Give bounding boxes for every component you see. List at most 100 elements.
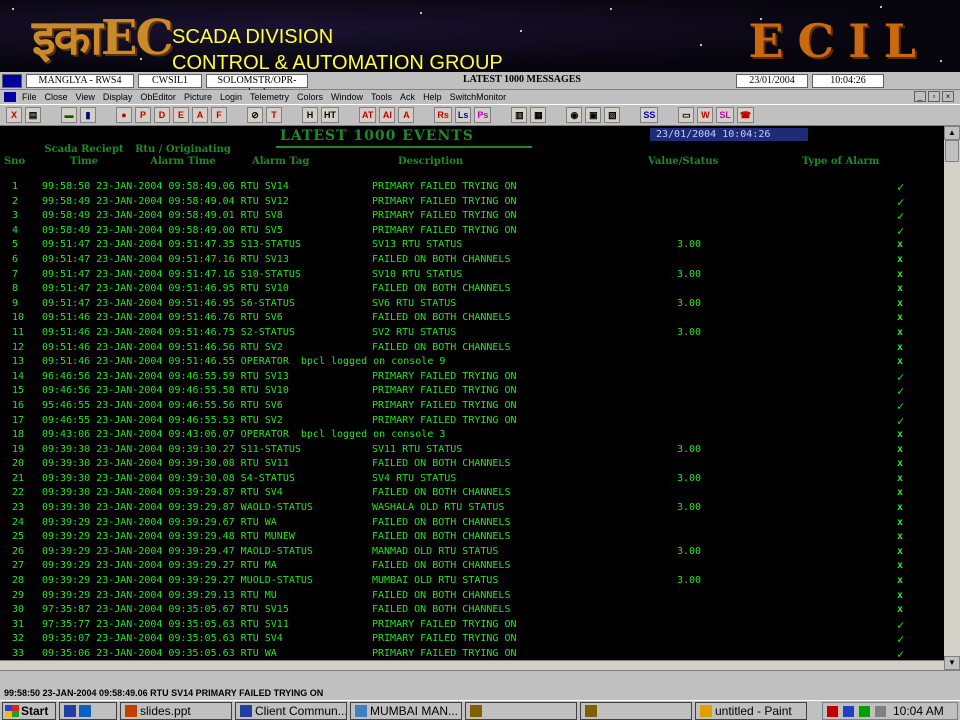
tool-button-ss[interactable]: SS	[640, 107, 659, 123]
menu-help[interactable]: Help	[423, 92, 442, 102]
tool-button-ps[interactable]: Ps	[474, 107, 492, 123]
event-row[interactable]: 27 09:39:29 23-JAN-2004 09:39:29.27 RTU M…	[0, 559, 944, 574]
tool-button-3[interactable]: ●	[116, 107, 132, 123]
tool-button-2[interactable]: ▮	[80, 107, 96, 123]
event-row[interactable]: 23 09:39:30 23-JAN-2004 09:39:29.87 WAOLD…	[0, 501, 944, 516]
tool-button-h[interactable]: H	[302, 107, 318, 123]
tray-icon-2[interactable]	[843, 706, 854, 717]
event-row[interactable]: 5 09:51:47 23-JAN-2004 09:51:47.35 S13-ST…	[0, 238, 944, 253]
tool-button-5[interactable]: ▥	[511, 107, 528, 123]
menu-telemetry[interactable]: Telemetry	[250, 92, 289, 102]
menu-file[interactable]: File	[22, 92, 37, 102]
close-tool-button[interactable]: X	[6, 107, 22, 123]
event-row[interactable]: 16 95:46:55 23-JAN-2004 09:46:55.56 RTU S…	[0, 399, 944, 414]
alarm-check-icon: ✓	[897, 194, 905, 209]
vertical-scrollbar[interactable]: ▲ ▼	[944, 126, 960, 670]
event-row[interactable]: 26 09:39:29 23-JAN-2004 09:39:29.47 MAOLD…	[0, 545, 944, 560]
tool-button-f[interactable]: F	[211, 107, 227, 123]
tray-icon-3[interactable]	[859, 706, 870, 717]
event-row[interactable]: 25 09:39:29 23-JAN-2004 09:39:29.48 RTU M…	[0, 530, 944, 545]
tool-button-w[interactable]: W	[697, 107, 714, 123]
event-row[interactable]: 8 09:51:47 23-JAN-2004 09:51:46.95 RTU SV…	[0, 282, 944, 297]
tool-button-a2[interactable]: A	[398, 107, 415, 123]
event-row[interactable]: 18 09:43:06 23-JAN-2004 09:43:06.07 OPERA…	[0, 428, 944, 443]
menu-close[interactable]: Close	[45, 92, 68, 102]
task-blank-1[interactable]	[465, 701, 577, 720]
event-row[interactable]: 31 97:35:77 23-JAN-2004 09:35:05.63 RTU S…	[0, 618, 944, 633]
task-mumbai[interactable]: MUMBAI MAN...	[350, 701, 462, 720]
tool-button-a[interactable]: A	[192, 107, 208, 123]
quicklaunch[interactable]	[59, 701, 117, 720]
start-button[interactable]: Start	[2, 701, 56, 720]
menu-view[interactable]: View	[76, 92, 95, 102]
tool-button-p[interactable]: P	[135, 107, 151, 123]
event-row[interactable]: 10 09:51:46 23-JAN-2004 09:51:46.76 RTU S…	[0, 311, 944, 326]
event-row[interactable]: 24 09:39:29 23-JAN-2004 09:39:29.67 RTU W…	[0, 516, 944, 531]
event-row[interactable]: 17 09:46:55 23-JAN-2004 09:46:55.53 RTU S…	[0, 414, 944, 429]
menu-tools[interactable]: Tools	[371, 92, 392, 102]
scroll-thumb[interactable]	[945, 140, 959, 162]
menu-display[interactable]: Display	[103, 92, 133, 102]
event-row[interactable]: 9 09:51:47 23-JAN-2004 09:51:46.95 S6-STA…	[0, 297, 944, 312]
event-row[interactable]: 3 09:58:49 23-JAN-2004 09:58:49.01 RTU SV…	[0, 209, 944, 224]
menu-window[interactable]: Window	[331, 92, 363, 102]
event-row[interactable]: 21 09:39:30 23-JAN-2004 09:39:30.08 S4-ST…	[0, 472, 944, 487]
event-row[interactable]: 12 09:51:46 23-JAN-2004 09:51:46.56 RTU S…	[0, 341, 944, 356]
tool-button-ht[interactable]: HT	[321, 107, 339, 123]
event-row[interactable]: 30 97:35:87 23-JAN-2004 09:35:05.67 RTU S…	[0, 603, 944, 618]
tool-button-d[interactable]: D	[154, 107, 170, 123]
scroll-down-button[interactable]: ▼	[944, 656, 960, 670]
event-row[interactable]: 6 09:51:47 23-JAN-2004 09:51:47.16 RTU SV…	[0, 253, 944, 268]
print-tool-button[interactable]: ▤	[25, 107, 41, 123]
event-row[interactable]: 20 09:39:30 23-JAN-2004 09:39:30.08 RTU S…	[0, 457, 944, 472]
tool-button-6[interactable]: ▦	[530, 107, 547, 123]
event-row[interactable]: 22 09:39:30 23-JAN-2004 09:39:29.87 RTU S…	[0, 486, 944, 501]
menu-login[interactable]: Login	[220, 92, 242, 102]
tool-button-t[interactable]: T	[266, 107, 282, 123]
task-slides[interactable]: slides.ppt	[120, 701, 232, 720]
horizontal-scrollbar[interactable]	[0, 660, 944, 670]
task-paint[interactable]: untitled - Paint	[695, 701, 807, 720]
tool-button-9[interactable]: ▧	[604, 107, 621, 123]
tool-button-e[interactable]: E	[173, 107, 189, 123]
menu-colors[interactable]: Colors	[297, 92, 323, 102]
phone-icon[interactable]: ☎	[736, 107, 755, 123]
task-client[interactable]: Client Commun...	[235, 701, 347, 720]
tool-button-at[interactable]: AT	[359, 107, 377, 123]
speaker-icon[interactable]	[875, 706, 886, 717]
menu-switchmonitor[interactable]: SwitchMonitor	[450, 92, 507, 102]
event-row[interactable]: 19 09:39:30 23-JAN-2004 09:39:30.27 S11-S…	[0, 443, 944, 458]
restore-button[interactable]: ▫	[928, 91, 940, 102]
event-row[interactable]: 32 09:35:07 23-JAN-2004 09:35:05.63 RTU S…	[0, 632, 944, 647]
event-row[interactable]: 29 09:39:29 23-JAN-2004 09:39:29.13 RTU M…	[0, 589, 944, 604]
tool-button-8[interactable]: ▣	[585, 107, 602, 123]
tray-icon-1[interactable]	[827, 706, 838, 717]
scroll-up-button[interactable]: ▲	[944, 126, 960, 140]
minimize-button[interactable]: _	[914, 91, 926, 102]
tool-button-1[interactable]: ▬	[61, 107, 77, 123]
event-row[interactable]: 1 99:58:50 23-JAN-2004 09:58:49.06 RTU SV…	[0, 180, 944, 195]
window-menu-icon[interactable]	[4, 92, 16, 102]
menu-obeditor[interactable]: ObEditor	[140, 92, 176, 102]
alarm-check-icon: ✓	[897, 223, 905, 238]
event-row[interactable]: 15 09:46:56 23-JAN-2004 09:46:55.58 RTU S…	[0, 384, 944, 399]
event-row[interactable]: 2 99:58:49 23-JAN-2004 09:58:49.04 RTU SV…	[0, 195, 944, 210]
tool-button-ai[interactable]: AI	[379, 107, 396, 123]
alarm-x-icon: x	[897, 575, 904, 587]
tool-button-ls[interactable]: Ls	[454, 107, 472, 123]
event-row[interactable]: 13 09:51:46 23-JAN-2004 09:51:46.55 OPERA…	[0, 355, 944, 370]
event-row[interactable]: 4 09:58:49 23-JAN-2004 09:58:49.00 RTU SV…	[0, 224, 944, 239]
menu-picture[interactable]: Picture	[184, 92, 212, 102]
event-row[interactable]: 28 09:39:29 23-JAN-2004 09:39:29.27 MUOLD…	[0, 574, 944, 589]
event-row[interactable]: 14 96:46:56 23-JAN-2004 09:46:55.59 RTU S…	[0, 370, 944, 385]
close-button[interactable]: ×	[942, 91, 954, 102]
tool-button-10[interactable]: ▭	[678, 107, 695, 123]
tool-button-4[interactable]: ⊘	[247, 107, 263, 123]
tool-button-7[interactable]: ◉	[566, 107, 583, 123]
task-blank-2[interactable]	[580, 701, 692, 720]
tool-button-rs[interactable]: Rs	[434, 107, 452, 123]
event-row[interactable]: 7 09:51:47 23-JAN-2004 09:51:47.16 S10-ST…	[0, 268, 944, 283]
tool-button-sl[interactable]: SL	[716, 107, 734, 123]
menu-ack[interactable]: Ack	[400, 92, 415, 102]
event-row[interactable]: 11 09:51:46 23-JAN-2004 09:51:46.75 S2-ST…	[0, 326, 944, 341]
